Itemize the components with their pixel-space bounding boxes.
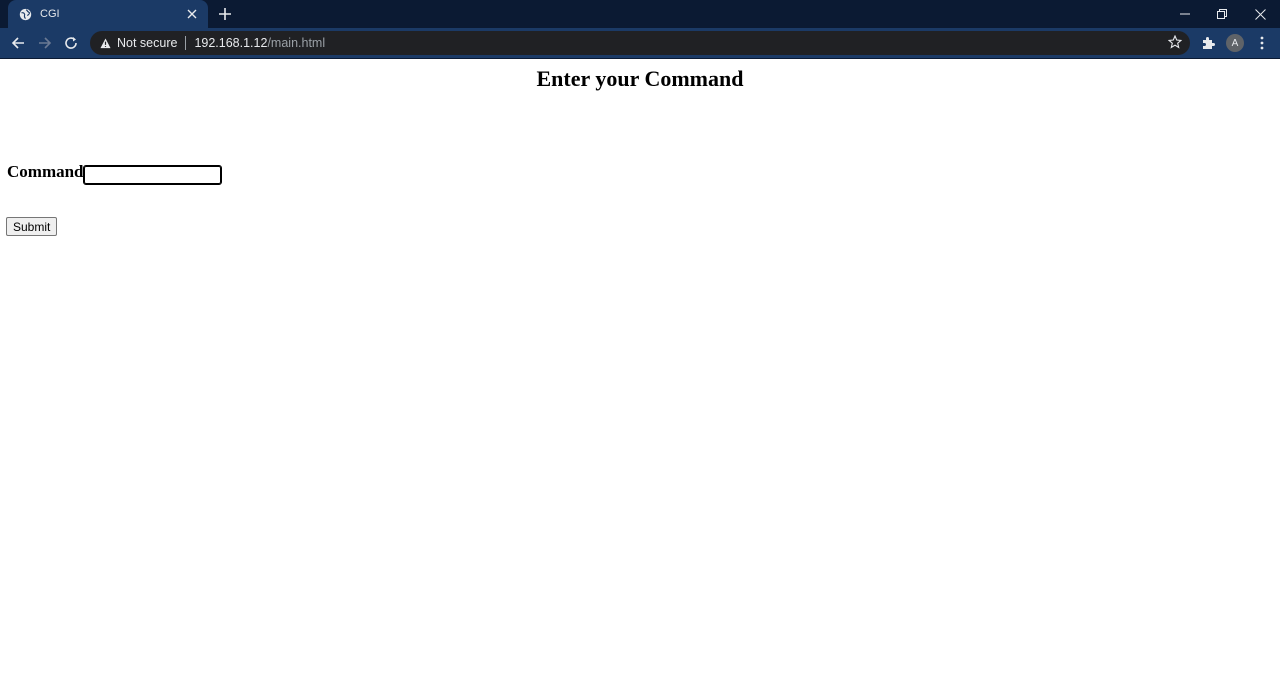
avatar: A [1226, 34, 1244, 52]
reload-icon [65, 37, 77, 49]
extensions-button[interactable] [1198, 33, 1218, 53]
minimize-icon [1180, 13, 1190, 15]
tab-strip: CGI [0, 0, 1280, 28]
menu-button[interactable] [1252, 33, 1272, 53]
submit-button[interactable]: Submit [6, 217, 58, 236]
puzzle-icon [1203, 37, 1215, 49]
address-bar[interactable]: Not secure 192.168.1.12/main.html [90, 31, 1190, 55]
browser-toolbar: Not secure 192.168.1.12/main.html A [0, 28, 1280, 58]
kebab-menu-icon [1260, 36, 1264, 50]
arrow-right-icon [39, 37, 52, 49]
window-close-button[interactable] [1241, 0, 1279, 28]
page-title: Enter your Command [536, 66, 744, 91]
page-content: Enter your Command Command Submit [0, 59, 1280, 681]
command-label: Command [7, 162, 84, 181]
tab-title: CGI [40, 8, 60, 20]
back-button[interactable] [8, 33, 28, 53]
star-icon[interactable] [1168, 35, 1182, 49]
url-host: 192.168.1.12 [194, 36, 268, 50]
restore-button[interactable] [1203, 0, 1241, 28]
reload-button[interactable] [61, 33, 81, 53]
close-icon[interactable] [184, 6, 200, 22]
security-status[interactable]: Not secure [117, 36, 177, 50]
close-icon [1254, 8, 1266, 20]
plus-icon [219, 8, 231, 20]
warning-triangle-icon[interactable] [100, 37, 111, 49]
globe-icon [18, 7, 32, 21]
command-input[interactable] [82, 165, 222, 185]
minimize-button[interactable] [1166, 0, 1204, 28]
forward-button[interactable] [35, 33, 55, 53]
command-row: Command [7, 162, 222, 185]
profile-button[interactable]: A [1225, 33, 1245, 53]
arrow-left-icon [11, 37, 24, 49]
url-path: /main.html [267, 36, 326, 50]
restore-icon [1217, 9, 1227, 19]
new-tab-button[interactable] [216, 5, 234, 23]
address-separator [185, 36, 187, 50]
tab-cgi[interactable]: CGI [8, 0, 208, 28]
